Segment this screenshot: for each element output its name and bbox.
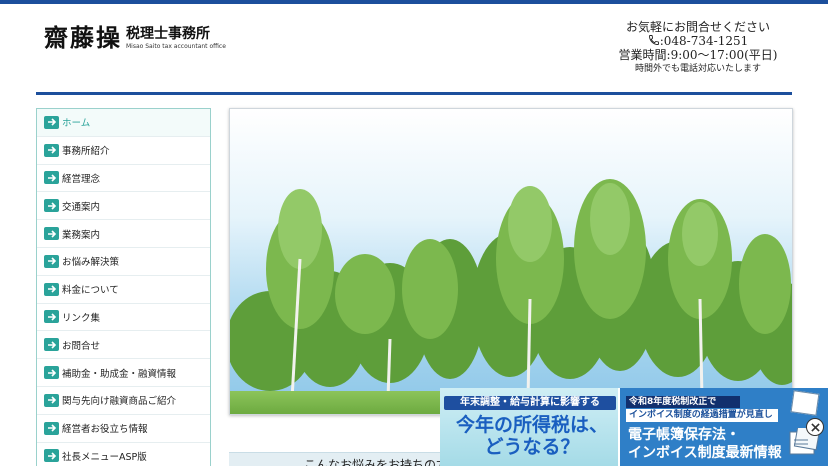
logo-subtitle: 税理士事務所 xyxy=(126,26,210,42)
sidebar-item-label: 料金について xyxy=(62,285,119,297)
arrow-right-icon xyxy=(44,171,59,185)
sidebar-item-label: ホーム xyxy=(62,118,91,130)
after-hours-note: 時間外でも電話対応いたします xyxy=(634,64,761,74)
invoice-system-banner[interactable]: 令和8年度税制改正で インボイス制度の経過措置が見直し 電子帳簿保存法・ インボ… xyxy=(620,388,828,466)
sidebar-item-subsidies[interactable]: 補助金・助成金・融資情報 xyxy=(37,359,210,387)
banner-line: インボイス制度の経過措置が見直し xyxy=(626,409,778,422)
sidebar-item-philosophy[interactable]: 経営理念 xyxy=(37,165,210,193)
arrow-right-icon xyxy=(44,393,59,407)
sidebar-item-label: 業務案内 xyxy=(62,229,101,241)
sidebar-item-access[interactable]: 交通案内 xyxy=(37,192,210,221)
sidebar-item-fees[interactable]: 料金について xyxy=(37,276,210,304)
sidebar-item-label: 社長メニューASP版 xyxy=(62,451,147,463)
sidebar-item-manager-info[interactable]: 経営者お役立ち情報 xyxy=(37,415,210,443)
contact-info: お気軽にお問合せください :048-734-1251 営業時間:9:00～17:… xyxy=(610,20,786,76)
sidebar-item-label: 経営者お役立ち情報 xyxy=(62,424,148,436)
close-banner-button[interactable] xyxy=(806,418,824,436)
arrow-right-icon xyxy=(44,227,59,241)
sidebar-nav: ホーム 事務所紹介 経営理念 交通案内 業務案内 お悩み解決策 料金について リ… xyxy=(36,108,211,466)
sidebar-item-label: 事務所紹介 xyxy=(62,146,110,158)
site-logo[interactable]: 齋藤操 税理士事務所 Misao Saito tax accountant of… xyxy=(44,24,226,52)
sidebar-item-label: 関与先向け融資商品ご紹介 xyxy=(62,396,177,408)
phone-line[interactable]: :048-734-1251 xyxy=(610,34,786,48)
arrow-right-icon xyxy=(44,338,59,352)
arrow-right-icon xyxy=(44,143,59,157)
hero-image xyxy=(229,108,793,415)
logo-name: 齋藤操 xyxy=(44,23,122,52)
sidebar-item-solutions[interactable]: お悩み解決策 xyxy=(37,248,210,276)
arrow-right-icon xyxy=(44,282,59,296)
sidebar-item-label: 補助金・助成金・融資情報 xyxy=(62,368,177,380)
sidebar-item-label: リンク集 xyxy=(62,312,101,324)
contact-prompt: お気軽にお問合せください xyxy=(625,20,770,34)
arrow-right-icon xyxy=(44,115,59,129)
ad-banner[interactable]: 年末調整・給与計算に影響する 今年の所得税は、 どうなる？ 令和8年度税制改正で… xyxy=(440,388,828,466)
arrow-right-icon xyxy=(44,199,59,213)
arrow-right-icon xyxy=(44,366,59,380)
banner-strip: 令和8年度税制改正で xyxy=(626,396,740,408)
sidebar-item-label: お悩み解決策 xyxy=(62,257,120,269)
banner-headline: 今年の所得税は、 xyxy=(455,414,608,436)
business-hours: 営業時間:9:00～17:00(平日) xyxy=(618,48,778,62)
sidebar-item-president-menu[interactable]: 社長メニューASP版 xyxy=(37,443,210,466)
phone-icon xyxy=(648,35,659,45)
sidebar-item-contact[interactable]: お問合せ xyxy=(37,331,210,360)
sidebar-item-label: 経営理念 xyxy=(62,173,101,185)
banner-subheadline: インボイス制度最新情報 xyxy=(628,445,782,461)
top-accent-bar xyxy=(0,0,828,4)
sidebar-item-office-intro[interactable]: 事務所紹介 xyxy=(37,137,210,165)
sidebar-item-home[interactable]: ホーム xyxy=(37,109,210,137)
sidebar-item-label: 交通案内 xyxy=(62,201,101,213)
header-divider xyxy=(36,92,792,95)
arrow-right-icon xyxy=(44,310,59,324)
banner-headline: 電子帳簿保存法・ xyxy=(628,427,740,443)
sidebar-item-links[interactable]: リンク集 xyxy=(37,304,210,332)
income-tax-banner[interactable]: 年末調整・給与計算に影響する 今年の所得税は、 どうなる？ xyxy=(440,388,620,466)
arrow-right-icon xyxy=(44,254,59,268)
intro-heading: こんなお悩みをお持ちの方 xyxy=(304,458,449,466)
banner-strip: 年末調整・給与計算に影響する xyxy=(444,396,616,410)
arrow-right-icon xyxy=(44,449,59,463)
sidebar-item-label: お問合せ xyxy=(62,340,101,352)
sidebar-item-services[interactable]: 業務案内 xyxy=(37,220,210,248)
logo-english: Misao Saito tax accountant office xyxy=(126,43,226,50)
close-icon xyxy=(810,422,820,432)
banner-subheadline: どうなる？ xyxy=(484,436,580,458)
document-icon xyxy=(790,390,820,416)
arrow-right-icon xyxy=(44,421,59,435)
sidebar-item-loan-products[interactable]: 関与先向け融資商品ご紹介 xyxy=(37,387,210,415)
phone-number: 048-734-1251 xyxy=(663,34,749,48)
